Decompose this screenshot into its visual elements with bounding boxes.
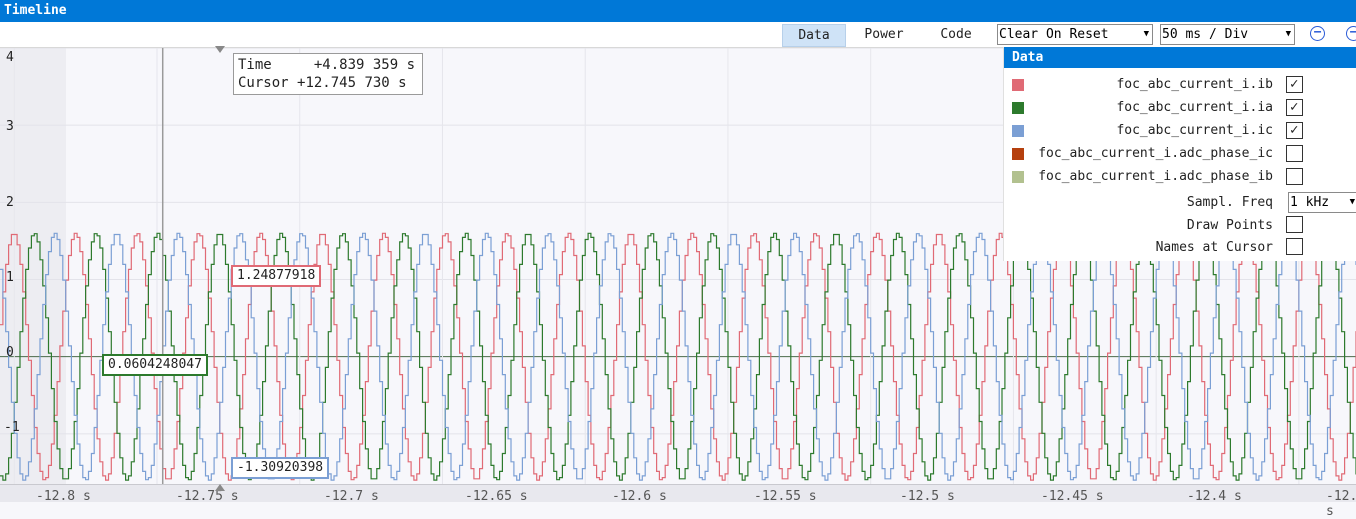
series-name: foc_abc_current_i.adc_phase_ib xyxy=(1038,169,1273,184)
series-color-swatch xyxy=(1012,125,1024,137)
tab-data[interactable]: Data xyxy=(782,24,846,47)
series-color-swatch xyxy=(1012,171,1024,183)
series-row[interactable]: foc_abc_current_i.ic ✓ xyxy=(1004,120,1356,142)
series-name: foc_abc_current_i.ib xyxy=(1116,77,1273,92)
series-color-swatch xyxy=(1012,148,1024,160)
y-tick-label: 0 xyxy=(6,345,14,360)
series-row[interactable]: foc_abc_current_i.adc_phase_ic xyxy=(1004,143,1356,165)
sampling-freq-select[interactable]: 1 kHz ▼ xyxy=(1288,192,1356,213)
cursor-time-value: +4.839 359 s xyxy=(313,57,416,73)
chevron-down-icon: ▼ xyxy=(1143,29,1149,39)
x-tick-label: -12.7 s xyxy=(324,489,379,504)
series-color-swatch xyxy=(1012,79,1024,91)
chevron-down-icon: ▼ xyxy=(1349,197,1355,207)
names-at-cursor-checkbox[interactable] xyxy=(1286,238,1303,255)
x-tick-label: -12.35 s xyxy=(1326,489,1356,519)
series-name: foc_abc_current_i.adc_phase_ic xyxy=(1038,146,1273,161)
zoom-out-icon[interactable]: − xyxy=(1310,26,1325,41)
checkmark-icon: ✓ xyxy=(1290,76,1299,92)
zoom-in-icon[interactable]: − xyxy=(1346,26,1356,41)
names-at-cursor-label: Names at Cursor xyxy=(1155,240,1273,255)
y-tick-label: -1 xyxy=(4,420,20,435)
cursor-value-ia: 0.0604248047 xyxy=(102,354,208,376)
series-color-swatch xyxy=(1012,102,1024,114)
reset-mode-value: Clear On Reset xyxy=(999,27,1109,42)
x-tick-label: -12.4 s xyxy=(1187,489,1242,504)
plot-left-margin xyxy=(0,48,66,484)
chevron-down-icon: ▼ xyxy=(1285,29,1291,39)
x-tick-label: -12.45 s xyxy=(1041,489,1104,504)
reset-mode-select[interactable]: Clear On Reset ▼ xyxy=(997,24,1153,45)
sampling-freq-value: 1 kHz xyxy=(1290,195,1330,210)
y-tick-label: 4 xyxy=(6,50,14,65)
x-tick-label: -12.65 s xyxy=(465,489,528,504)
series-name: foc_abc_current_i.ia xyxy=(1116,100,1273,115)
tab-power[interactable]: Power xyxy=(854,24,914,45)
cursor-value-ic: -1.30920398 xyxy=(231,457,330,479)
cursor-value-ib: 1.24877918 xyxy=(231,265,322,287)
checkmark-icon: ✓ xyxy=(1290,99,1299,115)
x-tick-label: -12.55 s xyxy=(754,489,817,504)
data-panel-title: Data xyxy=(1004,47,1356,68)
cursor-time-label: Time xyxy=(238,57,272,73)
window-title: Timeline xyxy=(4,3,67,18)
y-tick-label: 3 xyxy=(6,119,14,134)
y-tick-label: 2 xyxy=(6,195,14,210)
draw-points-checkbox[interactable] xyxy=(1286,216,1303,233)
series-visible-checkbox[interactable]: ✓ xyxy=(1286,99,1303,116)
cursor-tooltip: Time +4.839 359 s Cursor +12.745 730 s xyxy=(233,53,423,95)
series-name: foc_abc_current_i.ic xyxy=(1116,123,1273,138)
series-visible-checkbox[interactable]: ✓ xyxy=(1286,122,1303,139)
series-row[interactable]: foc_abc_current_i.adc_phase_ib xyxy=(1004,166,1356,188)
x-tick-label: -12.6 s xyxy=(612,489,667,504)
time-div-value: 50 ms / Div xyxy=(1162,27,1249,42)
series-row[interactable]: foc_abc_current_i.ib ✓ xyxy=(1004,74,1356,96)
x-tick-label: -12.75 s xyxy=(176,489,239,504)
data-panel: Data foc_abc_current_i.ib ✓ foc_abc_curr… xyxy=(1003,47,1356,261)
series-row[interactable]: foc_abc_current_i.ia ✓ xyxy=(1004,97,1356,119)
window-title-bar: Timeline xyxy=(0,0,1356,22)
time-div-select[interactable]: 50 ms / Div ▼ xyxy=(1160,24,1295,45)
cursor-handle-top[interactable] xyxy=(215,46,225,53)
tab-code[interactable]: Code xyxy=(928,24,984,45)
series-visible-checkbox[interactable] xyxy=(1286,145,1303,162)
toolbar: Data Power Code Clear On Reset ▼ 50 ms /… xyxy=(0,22,1356,48)
x-tick-label: -12.8 s xyxy=(36,489,91,504)
draw-points-label: Draw Points xyxy=(1186,218,1273,233)
cursor-position-value: +12.745 730 s xyxy=(297,75,407,91)
series-visible-checkbox[interactable]: ✓ xyxy=(1286,76,1303,93)
sampling-freq-label: Sampl. Freq xyxy=(1186,195,1273,210)
cursor-position-label: Cursor xyxy=(238,75,289,91)
x-tick-label: -12.5 s xyxy=(900,489,955,504)
series-visible-checkbox[interactable] xyxy=(1286,168,1303,185)
cursor-handle-bottom[interactable] xyxy=(215,484,225,491)
checkmark-icon: ✓ xyxy=(1290,122,1299,138)
y-tick-label: 1 xyxy=(6,270,14,285)
